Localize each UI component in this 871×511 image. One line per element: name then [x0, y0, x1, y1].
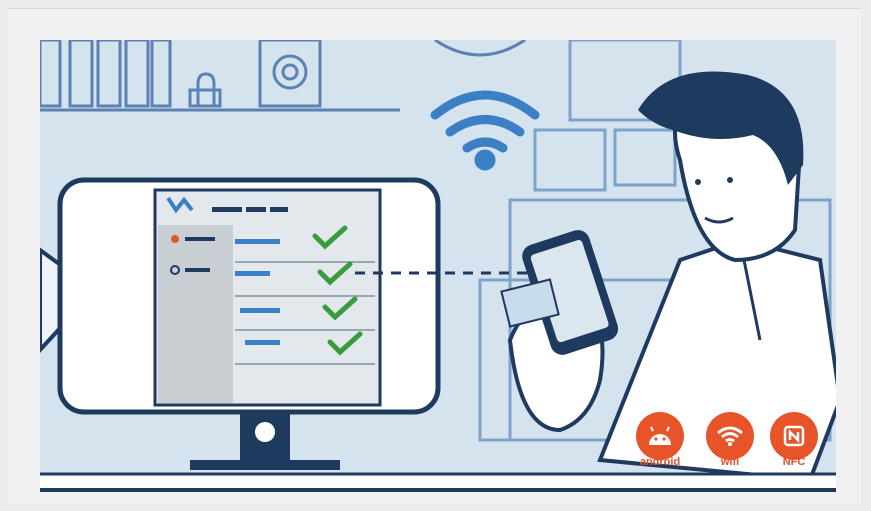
- badge-wifi: [706, 412, 754, 460]
- android-icon: [649, 426, 671, 445]
- wifi-icon: [717, 426, 743, 446]
- badge-label-android: android: [639, 456, 681, 468]
- nfc-icon: [783, 425, 805, 447]
- badge-android: [636, 412, 684, 460]
- badge-nfc: [770, 412, 818, 460]
- illustration-scene: android wifi NFC: [40, 40, 836, 492]
- badge-label-nfc: NFC: [782, 456, 806, 468]
- badge-label-wifi: wifi: [720, 456, 740, 468]
